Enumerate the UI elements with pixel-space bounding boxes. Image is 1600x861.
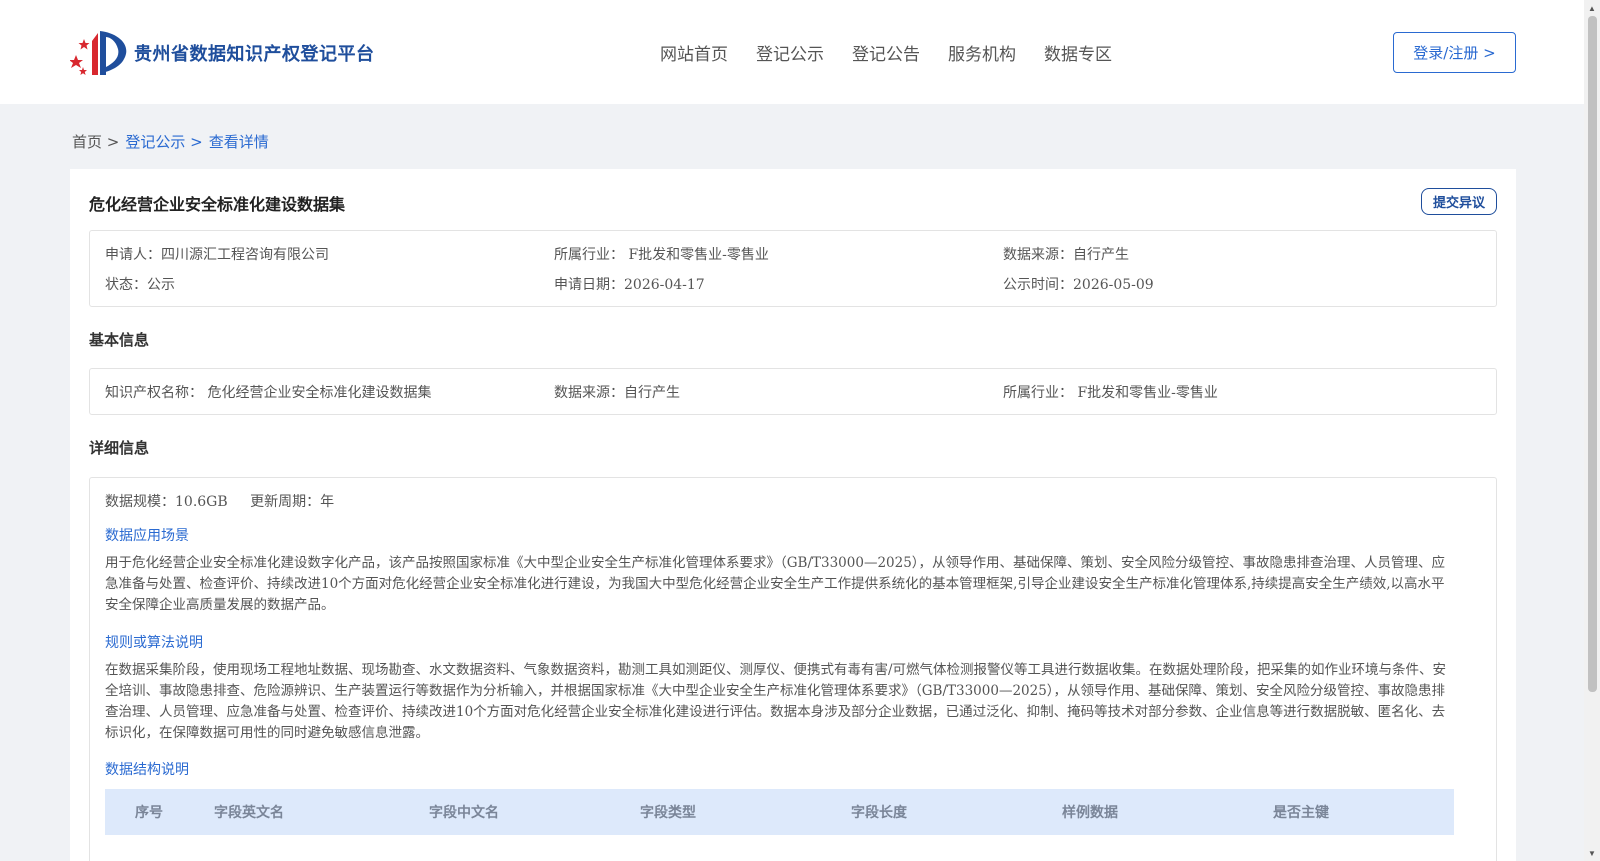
scroll-up-arrow-icon[interactable]: ▲ [1584,0,1600,16]
th-type: 字段类型 [640,805,696,821]
page-title: 危化经营企业安全标准化建设数据集 [89,195,346,214]
basic-info-row: 知识产权名称： 危化经营企业安全标准化建设数据集 数据来源：自行产生 所属行业：… [90,382,1496,412]
nav-service-agency[interactable]: 服务机构 [948,40,1016,65]
login-register-button[interactable]: 登录/注册 > [1393,32,1516,73]
scene-text: 用于危化经营企业安全标准化建设数字化产品，该产品按照国家标准《大中型企业安全生产… [105,555,1446,613]
submit-objection-button[interactable]: 提交异议 [1421,188,1497,215]
breadcrumb: 首页 > 登记公示 > 查看详情 [72,131,275,152]
breadcrumb-current: 查看详情 [208,133,269,151]
site-header: 贵州省数据知识产权登记平台 网站首页 登记公示 登记公告 服务机构 数据专区 登… [0,0,1584,104]
rule-text: 在数据采集阶段，使用现场工程地址数据、现场勘查、水文数据资料、气象数据资料，勘测… [105,662,1447,741]
detail-info-title: 详细信息 [89,439,150,457]
update-cycle-value: 更新周期：年 [250,494,335,510]
basic-info-box: 知识产权名称： 危化经营企业安全标准化建设数据集 数据来源：自行产生 所属行业：… [89,368,1497,415]
scale-line: 数据规模：10.6GB 更新周期：年 [105,491,352,511]
scroll-down-arrow-icon[interactable]: ▼ [1584,845,1600,861]
basic-source-value: 数据来源：自行产生 [554,385,680,401]
page-scrollbar[interactable]: ▲ ▼ [1584,0,1600,861]
th-index: 序号 [135,805,163,821]
nav-data-zone[interactable]: 数据专区 [1044,40,1112,65]
basic-industry-value: 所属行业： F批发和零售业-零售业 [1003,385,1218,401]
nav-home[interactable]: 网站首页 [660,40,728,65]
detail-card: 危化经营企业安全标准化建设数据集 提交异议 申请人：四川源汇工程咨询有限公司 所… [70,169,1516,861]
th-cn-name: 字段中文名 [429,805,499,821]
summary-row: 申请人：四川源汇工程咨询有限公司 所属行业： F批发和零售业-零售业 数据来源：… [90,244,1496,274]
scroll-thumb[interactable] [1588,16,1597,692]
structure-table-header: 序号 字段英文名 字段中文名 字段类型 字段长度 样例数据 是否主键 [105,789,1454,835]
th-sample: 样例数据 [1062,805,1118,821]
nav-registration-announcement[interactable]: 登记公告 [852,40,920,65]
site-title: 贵州省数据知识产权登记平台 [134,44,375,65]
data-scale-value: 数据规模：10.6GB [105,494,228,510]
breadcrumb-list[interactable]: 登记公示 > [125,131,202,152]
industry-value: 所属行业： F批发和零售业-零售业 [554,247,769,263]
th-primary-key: 是否主键 [1273,805,1329,821]
structure-title: 数据结构说明 [105,762,189,778]
applicant-value: 申请人：四川源汇工程咨询有限公司 [105,247,329,263]
nav-registration-public[interactable]: 登记公示 [756,40,824,65]
breadcrumb-home[interactable]: 首页 > [72,131,119,152]
summary-box: 申请人：四川源汇工程咨询有限公司 所属行业： F批发和零售业-零售业 数据来源：… [89,230,1497,307]
publish-time-value: 公示时间：2026-05-09 [1003,277,1154,293]
site-logo[interactable]: 贵州省数据知识产权登记平台 [70,27,375,79]
apply-date-value: 申请日期：2026-04-17 [554,277,705,293]
scene-title: 数据应用场景 [105,528,189,544]
status-value: 状态：公示 [105,277,175,293]
rule-title: 规则或算法说明 [105,635,203,651]
basic-info-title: 基本信息 [89,331,150,349]
source-value: 数据来源：自行产生 [1003,247,1129,263]
detail-info-box: 数据规模：10.6GB 更新周期：年 数据应用场景 用于危化经营企业安全标准化建… [89,477,1497,861]
logo-emblem-icon [70,31,127,75]
main-nav: 网站首页 登记公示 登记公告 服务机构 数据专区 [660,40,1140,65]
th-en-name: 字段英文名 [214,805,284,821]
th-length: 字段长度 [851,805,907,821]
summary-row: 状态：公示 申请日期：2026-04-17 公示时间：2026-05-09 [90,274,1496,304]
ip-name-value: 知识产权名称： 危化经营企业安全标准化建设数据集 [105,385,432,401]
